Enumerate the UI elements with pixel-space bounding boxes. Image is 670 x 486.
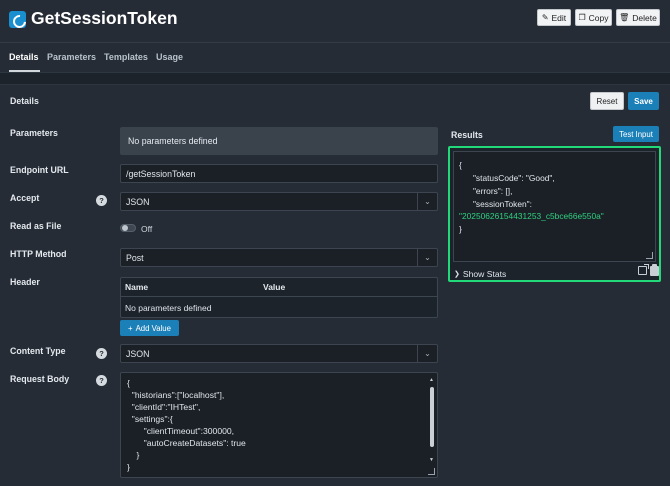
section-title: Details: [10, 96, 39, 106]
results-line: "errors": [],: [459, 186, 513, 196]
copy-icon: ❐: [578, 13, 586, 22]
tab-templates[interactable]: Templates: [104, 52, 148, 62]
content-type-label: Content Type: [10, 346, 66, 356]
add-value-button[interactable]: + Add Value: [120, 320, 179, 336]
resize-handle-icon[interactable]: [428, 468, 435, 475]
http-method-label: HTTP Method: [10, 249, 67, 259]
results-line: "sessionToken":: [459, 199, 532, 209]
delete-button-label: Delete: [632, 12, 657, 23]
tab-parameters[interactable]: Parameters: [47, 52, 96, 62]
request-body-scrollbar[interactable]: ▲ ▼: [429, 377, 435, 475]
scroll-up-icon[interactable]: ▲: [429, 377, 434, 383]
parameters-label: Parameters: [10, 128, 58, 138]
test-input-button[interactable]: Test Input: [613, 126, 659, 142]
copy-button-label: Copy: [588, 12, 609, 23]
accept-value: JSON: [126, 196, 150, 207]
read-as-file-toggle[interactable]: [120, 224, 136, 232]
accept-label: Accept: [10, 193, 40, 203]
header-table: Name Value No parameters defined: [120, 277, 438, 318]
api-logo-icon: [9, 11, 26, 28]
resize-handle-icon[interactable]: [646, 252, 653, 259]
content-type-help-icon[interactable]: ?: [96, 348, 107, 359]
trash-icon: 🗑: [619, 13, 630, 22]
results-label: Results: [451, 130, 483, 140]
request-body-line: }: [127, 462, 130, 472]
pencil-icon: ✎: [541, 13, 549, 22]
request-body-line: "settings":{: [127, 414, 173, 424]
results-line: }: [459, 224, 462, 234]
content-type-select[interactable]: JSON ⌄: [120, 344, 438, 363]
results-output[interactable]: { "statusCode": "Good", "errors": [], "s…: [453, 151, 656, 262]
request-body-line: "clientTimeout":300000,: [127, 426, 235, 436]
show-stats-toggle[interactable]: ❯ Show Stats: [454, 269, 506, 279]
request-body-help-icon[interactable]: ?: [96, 375, 107, 386]
read-as-file-state: Off: [141, 224, 153, 234]
chevron-right-icon: ❯: [454, 271, 460, 278]
chevron-down-icon: ⌄: [417, 345, 437, 362]
header-col-value: Value: [263, 282, 286, 292]
results-panel: { "statusCode": "Good", "errors": [], "s…: [448, 146, 661, 282]
request-body-line: {: [127, 378, 130, 388]
copy-button[interactable]: ❐ Copy: [575, 9, 612, 26]
read-as-file-label: Read as File: [10, 221, 62, 231]
request-body-line: }: [127, 450, 140, 460]
add-value-label: Add Value: [135, 323, 171, 333]
content-type-value: JSON: [126, 348, 150, 359]
results-line: {: [459, 160, 462, 170]
request-body-line: "historians":["localhost"],: [127, 390, 225, 400]
header-empty-text: No parameters defined: [125, 303, 212, 313]
edit-button[interactable]: ✎ Edit: [537, 9, 571, 26]
header-col-name: Name: [125, 282, 149, 292]
http-method-value: Post: [126, 252, 144, 263]
results-line: "statusCode": "Good",: [459, 173, 555, 183]
session-token-value: "20250626154431253_c5bce66e550a": [459, 211, 604, 221]
header-label: Header: [10, 277, 40, 287]
page-title: GetSessionToken: [31, 8, 178, 28]
app-header: GetSessionToken ✎ Edit ❐ Copy 🗑 Delete: [0, 0, 670, 42]
clipboard-icon[interactable]: [650, 264, 659, 276]
tab-bar: Details Parameters Templates Usage: [0, 42, 670, 72]
request-body-line: "clientId":"IHTest",: [127, 402, 201, 412]
chevron-down-icon: ⌄: [417, 249, 437, 266]
request-body-editor[interactable]: { "historians":["localhost"], "clientId"…: [120, 372, 438, 478]
http-method-select[interactable]: Post ⌄: [120, 248, 438, 267]
external-link-icon[interactable]: [638, 264, 649, 275]
plus-icon: +: [128, 323, 133, 333]
reset-button[interactable]: Reset: [590, 92, 624, 110]
save-button[interactable]: Save: [628, 92, 659, 110]
endpoint-url-value: /getSessionToken: [126, 168, 196, 179]
endpoint-url-label: Endpoint URL: [10, 165, 69, 175]
scrollbar-thumb[interactable]: [430, 387, 434, 447]
header-table-head: Name Value: [121, 278, 437, 297]
endpoint-url-input[interactable]: /getSessionToken: [120, 164, 438, 183]
chevron-down-icon: ⌄: [417, 193, 437, 210]
tab-usage[interactable]: Usage: [156, 52, 183, 62]
show-stats-label: Show Stats: [462, 269, 507, 279]
tab-details[interactable]: Details: [9, 52, 39, 62]
edit-button-label: Edit: [551, 12, 567, 23]
delete-button[interactable]: 🗑 Delete: [616, 9, 660, 26]
request-body-line: "autoCreateDatasets": true: [127, 438, 246, 448]
request-body-label: Request Body: [10, 374, 70, 384]
accept-select[interactable]: JSON ⌄: [120, 192, 438, 211]
scroll-down-icon[interactable]: ▼: [429, 457, 434, 463]
tabs-separator: [0, 72, 670, 84]
parameters-empty-text: No parameters defined: [128, 136, 218, 146]
accept-help-icon[interactable]: ?: [96, 195, 107, 206]
parameters-empty-box: No parameters defined: [120, 127, 438, 155]
